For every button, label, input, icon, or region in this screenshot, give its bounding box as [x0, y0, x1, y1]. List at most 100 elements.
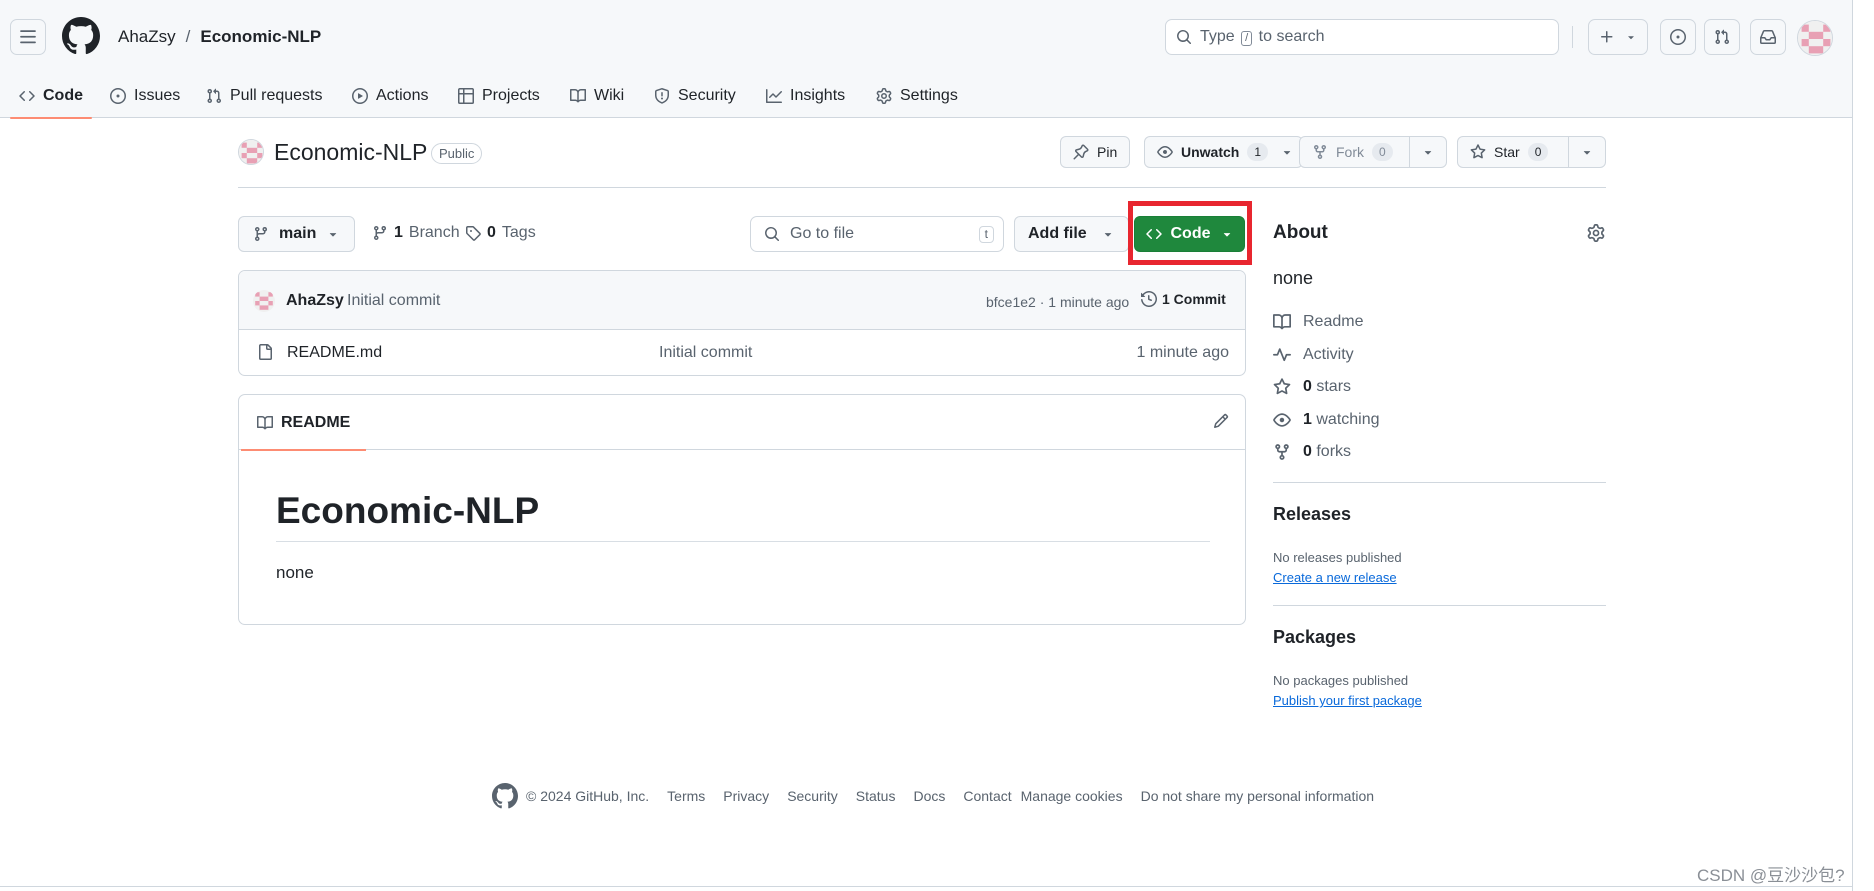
tags-link[interactable]: 0 Tags	[465, 224, 536, 242]
triangle-down-icon	[1104, 233, 1111, 237]
footer-link-status[interactable]: Status	[856, 788, 896, 804]
about-stars-link[interactable]: 0 stars	[1273, 378, 1351, 396]
add-file-button[interactable]: Add file	[1014, 216, 1129, 252]
about-forks-count: 0	[1303, 443, 1312, 460]
your-issues-button[interactable]	[1660, 19, 1696, 55]
history-icon	[1141, 291, 1157, 307]
readme-panel: README Economic-NLP none	[238, 394, 1246, 625]
user-avatar[interactable]	[1797, 20, 1833, 56]
about-watching-label: watching	[1316, 411, 1380, 428]
about-forks-text: 0 forks	[1303, 443, 1351, 461]
about-readme-link[interactable]: Readme	[1273, 313, 1363, 331]
star-dropdown-toggle[interactable]	[1568, 137, 1605, 167]
pin-icon	[1073, 144, 1089, 160]
table-row[interactable]: README.md Initial commit 1 minute ago	[239, 330, 1245, 375]
play-icon	[352, 88, 368, 104]
code-icon	[19, 90, 35, 102]
pencil-icon[interactable]	[1213, 413, 1229, 429]
star-button[interactable]: Star 0	[1457, 136, 1606, 168]
fork-label: Fork	[1336, 144, 1364, 160]
about-heading: About	[1273, 222, 1328, 243]
about-watching-count: 1	[1303, 411, 1312, 428]
page-footer: © 2024 GitHub, Inc. Terms Privacy Securi…	[492, 783, 1392, 809]
readme-tab-label: README	[281, 413, 351, 431]
hamburger-icon	[20, 30, 36, 44]
about-activity-label: Activity	[1303, 346, 1354, 363]
breadcrumb-owner-link[interactable]: AhaZsy	[118, 27, 176, 47]
gear-icon[interactable]	[1587, 224, 1605, 242]
tab-pull-requests[interactable]: Pull requests	[197, 74, 332, 118]
repo-title[interactable]: Economic-NLP	[274, 136, 427, 168]
footer-link-terms[interactable]: Terms	[667, 788, 705, 804]
commit-author-link[interactable]: AhaZsy	[286, 292, 344, 310]
search-suffix-text: to search	[1258, 28, 1325, 45]
file-name-link[interactable]: README.md	[287, 344, 382, 362]
commits-history-link[interactable]: 1 Commit	[1141, 291, 1226, 307]
footer-link-do-not-share[interactable]: Do not share my personal information	[1141, 788, 1374, 804]
publish-package-link[interactable]: Publish your first package	[1273, 693, 1422, 708]
open-menu-button[interactable]	[10, 19, 46, 55]
github-mark-icon[interactable]	[492, 783, 518, 809]
tab-insights[interactable]: Insights	[757, 74, 854, 118]
branch-select-button[interactable]: main	[238, 216, 356, 252]
breadcrumb-repo-link[interactable]: Economic-NLP	[200, 27, 321, 47]
code-dropdown-button[interactable]: Code	[1134, 216, 1245, 252]
commit-count-label: 1 Commit	[1162, 291, 1226, 307]
breadcrumb-separator: /	[185, 27, 191, 46]
book-icon	[257, 415, 273, 429]
tab-code[interactable]: Code	[10, 74, 92, 119]
repo-forked-icon	[1275, 444, 1289, 460]
global-header: AhaZsy / Economic-NLP Type / to search C…	[0, 0, 1852, 119]
notifications-button[interactable]	[1750, 19, 1786, 55]
releases-note: No releases published	[1273, 550, 1402, 565]
watch-label: Unwatch	[1181, 144, 1240, 160]
footer-copyright: © 2024 GitHub, Inc.	[526, 788, 650, 804]
global-search-input[interactable]: Type / to search	[1165, 19, 1559, 55]
footer-link-contact[interactable]: Contact	[963, 788, 1011, 804]
create-release-link[interactable]: Create a new release	[1273, 570, 1397, 585]
about-forks-label: forks	[1316, 443, 1352, 460]
tab-settings[interactable]: Settings	[867, 74, 967, 118]
footer-link-docs[interactable]: Docs	[913, 788, 945, 804]
github-logo-icon[interactable]	[62, 17, 100, 55]
search-icon	[765, 227, 780, 242]
breadcrumb: AhaZsy / Economic-NLP	[118, 27, 321, 47]
tab-readme[interactable]: README	[240, 395, 367, 451]
releases-heading[interactable]: Releases	[1273, 504, 1351, 525]
about-forks-link[interactable]: 0 forks	[1273, 443, 1351, 461]
branches-link[interactable]: 1 Branch	[372, 224, 460, 242]
gear-icon	[876, 88, 892, 104]
pin-button[interactable]: Pin	[1060, 136, 1131, 168]
search-shortcut-key: /	[1241, 31, 1253, 46]
repo-owner-avatar	[238, 139, 264, 165]
commit-sha-time[interactable]: bfce1e2 · 1 minute ago	[986, 294, 1129, 310]
tab-security[interactable]: Security	[645, 74, 745, 118]
identicon-avatar-icon	[239, 140, 263, 164]
your-pull-requests-button[interactable]	[1704, 19, 1740, 55]
fork-dropdown-toggle[interactable]	[1409, 137, 1446, 167]
tab-wiki[interactable]: Wiki	[561, 74, 633, 118]
footer-link-manage-cookies[interactable]: Manage cookies	[1021, 788, 1123, 804]
go-to-file-input[interactable]: Go to file t	[750, 216, 1004, 252]
search-placeholder: Type / to search	[1200, 28, 1324, 46]
create-new-button[interactable]	[1588, 19, 1648, 55]
commit-author-avatar[interactable]	[253, 290, 275, 312]
tab-projects-label: Projects	[482, 87, 540, 104]
file-commit-message[interactable]: Initial commit	[659, 344, 752, 362]
code-icon	[1145, 228, 1162, 240]
about-activity-link[interactable]: Activity	[1273, 346, 1354, 364]
code-button-label: Code	[1170, 225, 1211, 242]
commit-message-link[interactable]: Initial commit	[347, 292, 440, 310]
window-bottom-border	[0, 886, 1852, 887]
identicon-avatar-icon	[1798, 21, 1832, 55]
watch-button[interactable]: Unwatch 1	[1144, 136, 1304, 168]
about-stars-count: 0	[1303, 378, 1312, 395]
about-watching-link[interactable]: 1 watching	[1273, 411, 1380, 429]
fork-button[interactable]: Fork 0	[1299, 136, 1447, 168]
footer-link-security[interactable]: Security	[787, 788, 838, 804]
tab-issues[interactable]: Issues	[101, 74, 189, 118]
footer-link-privacy[interactable]: Privacy	[723, 788, 769, 804]
packages-heading[interactable]: Packages	[1273, 627, 1356, 648]
tab-projects[interactable]: Projects	[449, 74, 549, 118]
tab-actions[interactable]: Actions	[343, 74, 437, 118]
